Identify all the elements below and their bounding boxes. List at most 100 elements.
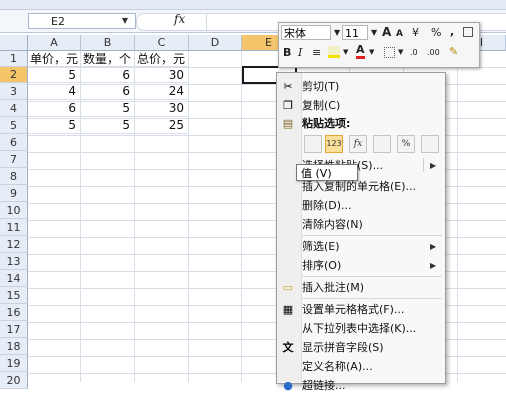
row-header[interactable]: 18 [0,338,28,355]
paste-options-label: 粘贴选项: [302,117,351,130]
row-header[interactable]: 16 [0,304,28,321]
paste-special-split [423,158,424,172]
cell-a3[interactable]: 4 [28,83,81,100]
menu-item-pick-from-list[interactable]: 从下拉列表中选择(K)... [302,319,416,339]
insert-function-icon[interactable]: fx [174,12,185,26]
row-header[interactable]: 4 [0,100,28,117]
column-header-a[interactable]: A [28,35,81,51]
sort-arrow-icon: ▶ [430,261,437,270]
number-format-button[interactable]: ¥ [412,25,419,40]
cell-a5[interactable]: 5 [28,117,81,134]
font-color-dropdown-icon[interactable]: ▼ [369,45,374,60]
fill-color-dropdown-icon[interactable]: ▼ [343,45,348,60]
align-center-button[interactable]: ≡ [312,45,321,60]
cell-b5[interactable]: 5 [81,117,135,134]
row-header[interactable]: 17 [0,321,28,338]
row-header[interactable]: 8 [0,168,28,185]
row-header[interactable]: 9 [0,185,28,202]
cell-a1[interactable]: 单价，元 [28,51,81,67]
font-size-dropdown-icon[interactable]: ▼ [371,25,377,40]
formula-bar-buttons [136,13,208,31]
menu-item-cut[interactable]: 剪切(T) [302,77,339,97]
bold-button[interactable]: B [283,45,291,60]
filter-arrow-icon: ▶ [430,242,437,251]
cut-icon: ✂ [283,80,293,93]
row-header[interactable]: 13 [0,253,28,270]
row-header[interactable]: 11 [0,219,28,236]
column-header-b[interactable]: B [81,35,135,51]
phonetic-icon: 文 [282,341,294,354]
font-color-button[interactable]: A [356,44,365,59]
row-header[interactable]: 10 [0,202,28,219]
increase-decimal-button[interactable]: .0 [410,45,418,60]
italic-button[interactable]: I [298,45,302,60]
row-header[interactable]: 2 [0,67,28,83]
select-all-corner[interactable] [0,35,28,51]
menu-separator [302,276,442,277]
menu-item-hyperlink[interactable]: 超链接... [302,376,346,396]
border-dropdown-icon[interactable]: ▼ [398,45,403,60]
paste-special-arrow-icon[interactable]: ▶ [430,161,436,170]
paste-button[interactable] [304,135,322,153]
border-icon[interactable] [384,47,395,58]
paste-values-button[interactable]: 123 [325,135,343,153]
paste-link-button[interactable] [421,135,439,153]
menu-item-copy[interactable]: 复制(C) [302,96,340,116]
row-header[interactable]: 12 [0,236,28,253]
decrease-decimal-button[interactable]: .00 [427,45,440,60]
cell-b2[interactable]: 6 [81,67,135,83]
cell-b4[interactable]: 5 [81,100,135,117]
column-header-c[interactable]: C [135,35,189,51]
row-header[interactable]: 3 [0,83,28,100]
menu-separator [302,235,442,236]
name-box-dropdown-icon[interactable]: ▼ [118,13,132,29]
cell-b1[interactable]: 数量，个 [81,51,135,67]
row-header[interactable]: 15 [0,287,28,304]
copy-icon: ❐ [283,99,293,112]
menu-item-clear-contents[interactable]: 清除内容(N) [302,215,363,235]
cell-a4[interactable]: 6 [28,100,81,117]
menu-separator [302,298,442,299]
column-header-d[interactable]: D [189,35,242,51]
font-name-box[interactable]: 宋体 [281,25,331,40]
format-cells-icon: ▦ [282,303,294,316]
paste-transpose-button[interactable] [373,135,391,153]
paste-formatting-button[interactable]: % [397,135,415,153]
cell-c2[interactable]: 30 [135,67,189,83]
row-header[interactable]: 1 [0,51,28,67]
menu-item-format-cells[interactable]: 设置单元格格式(F)... [302,300,404,320]
cell-c3[interactable]: 24 [135,83,189,100]
paste-icon: ▤ [282,117,294,130]
comment-icon: ▭ [282,281,294,294]
menu-item-insert-copied[interactable]: 插入复制的单元格(E)... [302,177,416,197]
row-header[interactable]: 7 [0,151,28,168]
row-header[interactable]: 14 [0,270,28,287]
cell-a2[interactable]: 5 [28,67,81,83]
row-header[interactable]: 20 [0,372,28,389]
fill-color-icon[interactable] [328,46,340,58]
percent-button[interactable]: % [431,25,441,40]
cell-c4[interactable]: 30 [135,100,189,117]
menu-item-insert-comment[interactable]: 插入批注(M) [302,278,364,298]
cell-c5[interactable]: 25 [135,117,189,134]
menu-item-define-name[interactable]: 定义名称(A)... [302,357,373,377]
row-header[interactable]: 6 [0,134,28,151]
row-header[interactable]: 19 [0,355,28,372]
comma-button[interactable]: , [450,24,454,39]
font-size-box[interactable]: 11 [342,25,368,40]
menu-item-delete[interactable]: 删除(D)... [302,196,352,216]
paste-formulas-button[interactable]: fx [349,135,367,153]
format-painter-icon[interactable]: ✎ [449,44,458,59]
shrink-font-button[interactable]: A [396,27,403,42]
cell-c1[interactable]: 总价，元 [135,51,189,67]
cell-b3[interactable]: 6 [81,83,135,100]
menu-item-filter[interactable]: 筛选(E) [302,237,340,257]
menu-item-sort[interactable]: 排序(O) [302,256,341,276]
font-name-dropdown-icon[interactable]: ▼ [334,25,340,40]
row-header[interactable]: 5 [0,117,28,134]
hyperlink-icon: ● [283,379,293,392]
menu-item-phonetic[interactable]: 显示拼音字段(S) [302,338,384,358]
borders-icon[interactable] [463,27,473,37]
grow-font-button[interactable]: A [382,25,391,40]
ribbon-edge [0,0,506,10]
